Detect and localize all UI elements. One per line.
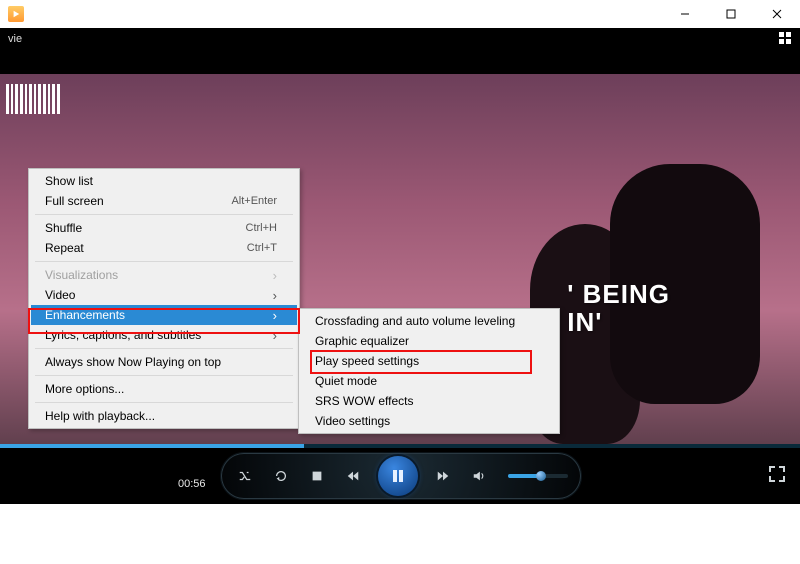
play-pause-button[interactable] [378, 456, 418, 496]
menu-shuffle[interactable]: ShuffleCtrl+H [31, 218, 297, 238]
previous-button[interactable] [342, 465, 364, 487]
volume-knob[interactable] [536, 471, 546, 481]
video-area: ' BEING IN' Show list Full screenAlt+Ent… [0, 50, 800, 504]
submenu-crossfading[interactable]: Crossfading and auto volume leveling [301, 311, 557, 331]
menu-help-playback[interactable]: Help with playback... [31, 406, 297, 426]
video-caption: ' BEING IN' [567, 280, 670, 336]
submenu-graphic-equalizer[interactable]: Graphic equalizer [301, 331, 557, 351]
volume-icon[interactable] [468, 465, 490, 487]
submenu-play-speed[interactable]: Play speed settings [301, 351, 557, 371]
context-menu: Show list Full screenAlt+Enter ShuffleCt… [28, 168, 300, 429]
repeat-button[interactable] [270, 465, 292, 487]
menu-lyrics[interactable]: Lyrics, captions, and subtitles [31, 325, 297, 345]
shuffle-button[interactable] [234, 465, 256, 487]
seek-bar[interactable] [0, 444, 800, 448]
menu-always-on-top[interactable]: Always show Now Playing on top [31, 352, 297, 372]
close-button[interactable] [754, 0, 800, 28]
menu-enhancements[interactable]: Enhancements [31, 305, 297, 325]
elapsed-time: 00:56 [178, 478, 206, 490]
maximize-button[interactable] [708, 0, 754, 28]
menu-visualizations: Visualizations [31, 265, 297, 285]
menu-more-options[interactable]: More options... [31, 379, 297, 399]
app-icon [8, 6, 24, 22]
menu-video[interactable]: Video [31, 285, 297, 305]
seek-progress [0, 444, 304, 448]
fullscreen-button[interactable] [768, 465, 786, 486]
volume-slider[interactable] [508, 474, 568, 478]
menu-full-screen[interactable]: Full screenAlt+Enter [31, 191, 297, 211]
player-toolbar: vie [0, 28, 800, 50]
menu-repeat[interactable]: RepeatCtrl+T [31, 238, 297, 258]
caption-line-1: ' BEING [567, 280, 670, 308]
menu-show-list[interactable]: Show list [31, 171, 297, 191]
submenu-video-settings[interactable]: Video settings [301, 411, 557, 431]
enhancements-submenu: Crossfading and auto volume leveling Gra… [298, 308, 560, 434]
toolbar-title: vie [8, 33, 22, 45]
minimize-button[interactable] [662, 0, 708, 28]
submenu-srs-wow[interactable]: SRS WOW effects [301, 391, 557, 411]
switch-view-icon[interactable] [778, 31, 792, 48]
playback-controls: 00:56 [0, 444, 800, 504]
window-titlebar [0, 0, 800, 28]
stop-button[interactable] [306, 465, 328, 487]
next-button[interactable] [432, 465, 454, 487]
barcode-graphic [6, 84, 60, 114]
submenu-quiet-mode[interactable]: Quiet mode [301, 371, 557, 391]
control-dock [220, 452, 582, 500]
caption-line-2: IN' [567, 308, 670, 336]
